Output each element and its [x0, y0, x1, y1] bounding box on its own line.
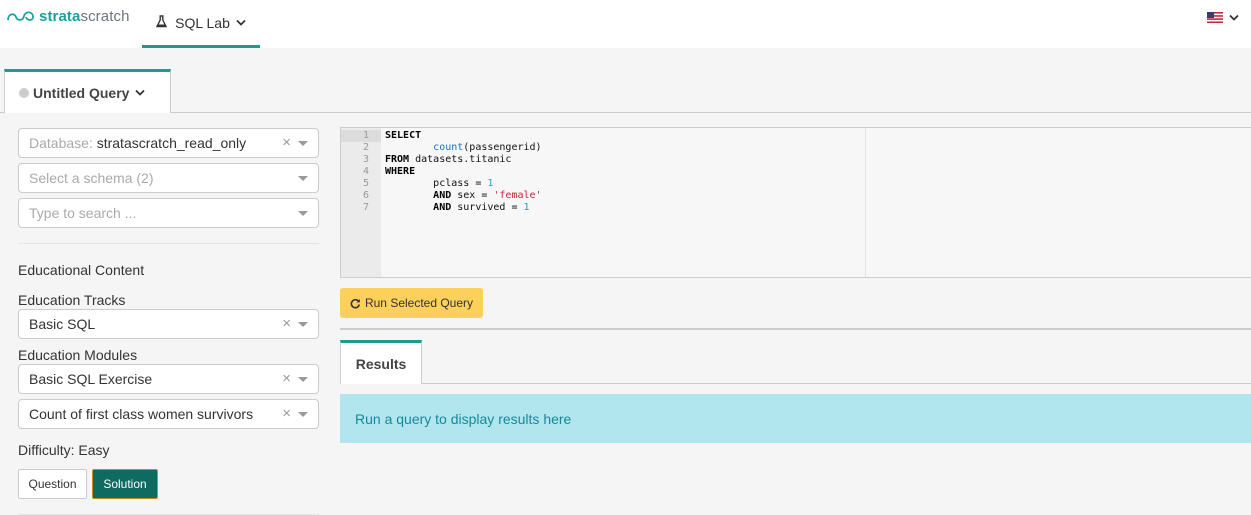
chevron-down-icon[interactable] [135, 89, 146, 96]
code-line: WHERE [385, 166, 416, 177]
nav-tab-sql-lab[interactable]: SQL Lab [142, 0, 260, 48]
chevron-down-icon [236, 19, 246, 26]
query-tabs-border [0, 112, 1251, 113]
print-margin [865, 128, 866, 277]
database-value: stratascratch_read_only [96, 135, 247, 151]
education-modules-value: Basic SQL Exercise [29, 371, 153, 387]
question-value: Count of first class women survivors [29, 406, 254, 422]
clear-icon[interactable]: × [282, 135, 291, 150]
code-line: pclass = 1 [433, 178, 494, 189]
query-tab-title: Untitled Query [33, 84, 130, 101]
clear-icon[interactable]: × [282, 316, 291, 331]
us-flag-icon[interactable] [1207, 12, 1223, 23]
solution-button[interactable]: Solution [92, 469, 158, 499]
code-line: AND survived = 1 [433, 202, 530, 213]
results-tabs-border [340, 383, 1251, 384]
education-modules-label: Education Modules [18, 347, 138, 363]
schema-select[interactable]: Select a schema (2) [18, 163, 319, 193]
nav-tab-label: SQL Lab [175, 14, 230, 31]
dropdown-arrow-icon[interactable] [298, 141, 308, 146]
flask-icon [156, 15, 168, 28]
dropdown-arrow-icon[interactable] [298, 322, 308, 327]
line-number: 2 [362, 142, 369, 153]
question-select[interactable]: Count of first class women survivors × [18, 399, 319, 429]
left-divider [18, 243, 319, 244]
education-tracks-select[interactable]: Basic SQL × [18, 309, 319, 339]
dropdown-arrow-icon[interactable] [298, 176, 308, 181]
education-tracks-value: Basic SQL [29, 316, 96, 332]
results-info-alert: Run a query to display results here [340, 394, 1251, 443]
database-select[interactable]: Database: stratascratch_read_only × [18, 128, 319, 158]
clear-icon[interactable]: × [282, 371, 291, 386]
tab-results[interactable]: Results [340, 340, 422, 384]
code-line: FROM datasets.titanic [385, 154, 512, 165]
dropdown-arrow-icon[interactable] [298, 412, 308, 417]
run-selected-query-button[interactable]: Run Selected Query [340, 288, 483, 318]
line-number: 6 [362, 190, 369, 201]
language-chevron-down-icon[interactable] [1229, 14, 1239, 21]
line-number: 4 [362, 166, 369, 177]
education-tracks-label: Education Tracks [18, 292, 126, 308]
code-line: AND sex = 'female' [433, 190, 542, 201]
search-placeholder: Type to search ... [29, 205, 137, 221]
results-message: Run a query to display results here [355, 410, 572, 427]
brand-name: stratascratch [39, 7, 130, 25]
stratascratch-logo-icon [7, 11, 34, 21]
education-modules-select[interactable]: Basic SQL Exercise × [18, 364, 319, 394]
schema-placeholder: Select a schema (2) [29, 170, 154, 186]
editor-results-divider [340, 328, 1251, 330]
line-number: 3 [362, 154, 369, 165]
line-number: 5 [362, 178, 369, 189]
refresh-icon [350, 298, 361, 308]
database-label: Database: [29, 135, 93, 151]
top-navbar: stratascratch SQL Lab [0, 0, 1251, 48]
dropdown-arrow-icon[interactable] [298, 211, 308, 216]
table-search-select[interactable]: Type to search ... [18, 198, 319, 228]
difficulty-label: Difficulty: Easy [18, 442, 110, 458]
dropdown-arrow-icon[interactable] [298, 377, 308, 382]
run-button-label: Run Selected Query [364, 296, 474, 310]
line-number: 1 [362, 130, 369, 141]
query-tab-untitled[interactable]: Untitled Query [4, 69, 171, 113]
clear-icon[interactable]: × [282, 406, 291, 421]
question-button[interactable]: Question [18, 469, 87, 499]
code-line: count(passengerid) [433, 142, 542, 153]
brand-logo[interactable]: stratascratch [6, 6, 130, 26]
code-line: SELECT [385, 130, 422, 141]
educational-content-heading: Educational Content [18, 262, 145, 278]
line-number: 7 [362, 202, 369, 213]
sql-editor[interactable]: 1 2 3 4 5 6 7 SELECT count(passengerid) … [340, 127, 1251, 278]
status-dot-icon [19, 87, 29, 98]
